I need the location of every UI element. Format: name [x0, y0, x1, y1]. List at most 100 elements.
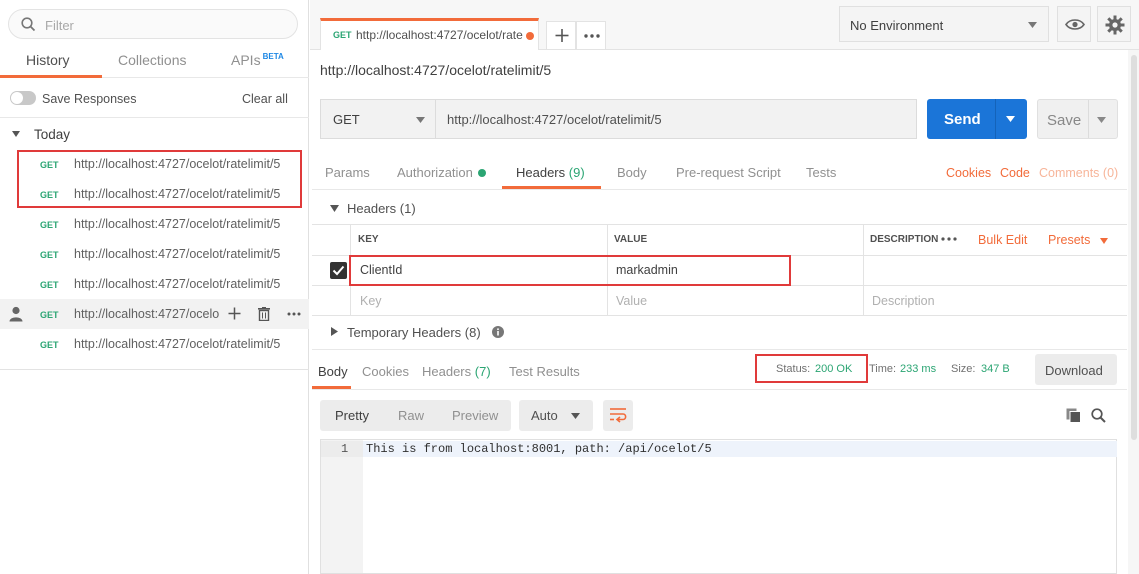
more-icon[interactable] [941, 237, 957, 241]
history-item[interactable]: GET http://localhost:4727/ocelot/ratelim… [0, 209, 309, 239]
request-tab[interactable]: GET http://localhost:4727/ocelot/rate [320, 18, 539, 50]
request-name: http://localhost:4727/ocelot/ratelimit/5 [320, 62, 552, 78]
environment-select[interactable]: No Environment [839, 6, 1049, 42]
history-url: http://localhost:4727/ocelot/ratelimit/5 [74, 337, 281, 351]
response-body-editor[interactable]: 1 This is from localhost:8001, path: /ap… [320, 439, 1117, 574]
tab-body[interactable]: Body [617, 165, 647, 180]
send-button[interactable]: Send [927, 99, 1027, 139]
tab-authorization[interactable]: Authorization [397, 165, 486, 180]
format-pretty[interactable]: Pretty [335, 408, 369, 423]
temporary-headers-title: Temporary Headers (8) [347, 325, 481, 340]
method-select[interactable]: GET [320, 99, 436, 139]
size-label: Size: [951, 363, 976, 375]
cookies-link[interactable]: Cookies [946, 166, 991, 180]
history-url: http://localhost:4727/ocelo [74, 307, 220, 321]
history-item[interactable]: GET http://localhost:4727/ocelot/ratelim… [0, 269, 309, 299]
chevron-down-icon[interactable] [1006, 116, 1015, 122]
active-tab-indicator [312, 386, 351, 389]
tab-pre-request-script[interactable]: Pre-request Script [676, 165, 781, 180]
clear-all-button[interactable]: Clear all [242, 92, 288, 106]
method-badge: GET [40, 220, 59, 230]
new-tab-button[interactable] [546, 21, 576, 50]
presets-dropdown[interactable]: Presets [1048, 233, 1108, 247]
code-link[interactable]: Code [1000, 166, 1030, 180]
copy-icon[interactable] [1066, 408, 1081, 423]
response-headers-label: Headers [422, 364, 472, 379]
url-input[interactable]: http://localhost:4727/ocelot/ratelimit/5 [436, 99, 917, 139]
tab-tests[interactable]: Tests [806, 165, 836, 180]
history-item[interactable]: GET http://localhost:4727/ocelot/ratelim… [0, 239, 309, 269]
tab-headers-label: Headers [516, 165, 566, 180]
bulk-edit-link[interactable]: Bulk Edit [978, 233, 1027, 247]
chevron-down-icon [1099, 238, 1108, 244]
tab-method: GET [333, 30, 352, 40]
chevron-down-icon[interactable] [1097, 117, 1106, 123]
temporary-headers-count: (8) [464, 325, 481, 340]
settings-button[interactable] [1097, 6, 1131, 42]
presets-label: Presets [1048, 233, 1091, 247]
format-raw[interactable]: Raw [398, 408, 424, 423]
tab-url: http://localhost:4727/ocelot/rate [356, 28, 523, 42]
chevron-down-icon [416, 117, 425, 123]
line-number: 1 [341, 442, 349, 456]
format-preview[interactable]: Preview [452, 408, 498, 423]
response-tab-body[interactable]: Body [318, 364, 348, 379]
auth-indicator-dot [477, 169, 486, 177]
active-tab-indicator [0, 75, 102, 78]
add-icon[interactable] [228, 307, 241, 320]
history-item[interactable]: GET http://localhost:4727/ocelot/ratelim… [0, 329, 309, 359]
headers-count: (9) [568, 165, 585, 180]
environment-label: No Environment [850, 18, 944, 33]
highlight-box [17, 150, 302, 208]
save-button[interactable]: Save [1037, 99, 1118, 139]
download-label: Download [1045, 363, 1103, 378]
response-tab-cookies[interactable]: Cookies [362, 364, 409, 379]
send-label: Send [944, 111, 981, 128]
header-enabled-checkbox[interactable] [330, 262, 347, 279]
comments-link[interactable]: Comments (0) [1039, 166, 1118, 180]
trash-icon[interactable] [258, 307, 270, 321]
tab-apis[interactable]: APIs BETA [231, 52, 284, 68]
highlight-box [349, 255, 791, 286]
history-group-today: Today [34, 127, 71, 142]
tab-authorization-label: Authorization [397, 165, 473, 180]
scrollbar-thumb[interactable] [1131, 55, 1137, 440]
info-icon[interactable] [492, 326, 504, 338]
url-value: http://localhost:4727/ocelot/ratelimit/5 [447, 112, 662, 127]
filter-placeholder: Filter [45, 18, 74, 33]
save-responses-toggle[interactable] [10, 91, 36, 105]
tab-collections[interactable]: Collections [118, 52, 186, 68]
response-tab-headers[interactable]: Headers (7) [422, 364, 491, 379]
tab-options-button[interactable] [576, 21, 606, 50]
download-button[interactable]: Download [1035, 354, 1117, 385]
response-body-text: This is from localhost:8001, path: /api/… [366, 442, 712, 456]
history-item-hovered[interactable]: GET http://localhost:4727/ocelo [0, 299, 309, 329]
method-badge: GET [40, 340, 59, 350]
tab-history[interactable]: History [26, 52, 70, 68]
wrap-lines-button[interactable] [603, 400, 633, 431]
highlight-box [755, 354, 868, 383]
column-value: VALUE [614, 234, 648, 245]
column-description: DESCRIPTION [870, 234, 939, 245]
new-description-input[interactable]: Description [872, 294, 935, 308]
environment-quick-look-button[interactable] [1057, 6, 1091, 42]
caret-right-icon[interactable] [331, 327, 338, 336]
tab-params[interactable]: Params [325, 165, 370, 180]
chevron-down-icon [1028, 22, 1037, 28]
search-icon[interactable] [1091, 408, 1106, 423]
language-label: Auto [531, 408, 558, 423]
caret-down-icon[interactable] [330, 205, 339, 212]
tab-apis-label: APIs [231, 52, 261, 68]
format-group: Pretty Raw Preview [320, 400, 511, 431]
new-key-input[interactable]: Key [360, 294, 382, 308]
more-icon[interactable] [287, 312, 301, 316]
save-label: Save [1047, 112, 1082, 129]
language-select[interactable]: Auto [519, 400, 593, 431]
new-value-input[interactable]: Value [616, 294, 647, 308]
tab-headers[interactable]: Headers (9) [516, 165, 585, 180]
filter-input[interactable]: Filter [8, 9, 298, 39]
headers-title-count: (1) [399, 201, 416, 216]
save-responses-label: Save Responses [42, 92, 137, 106]
caret-down-icon[interactable] [11, 130, 21, 138]
response-tab-test-results[interactable]: Test Results [509, 364, 580, 379]
